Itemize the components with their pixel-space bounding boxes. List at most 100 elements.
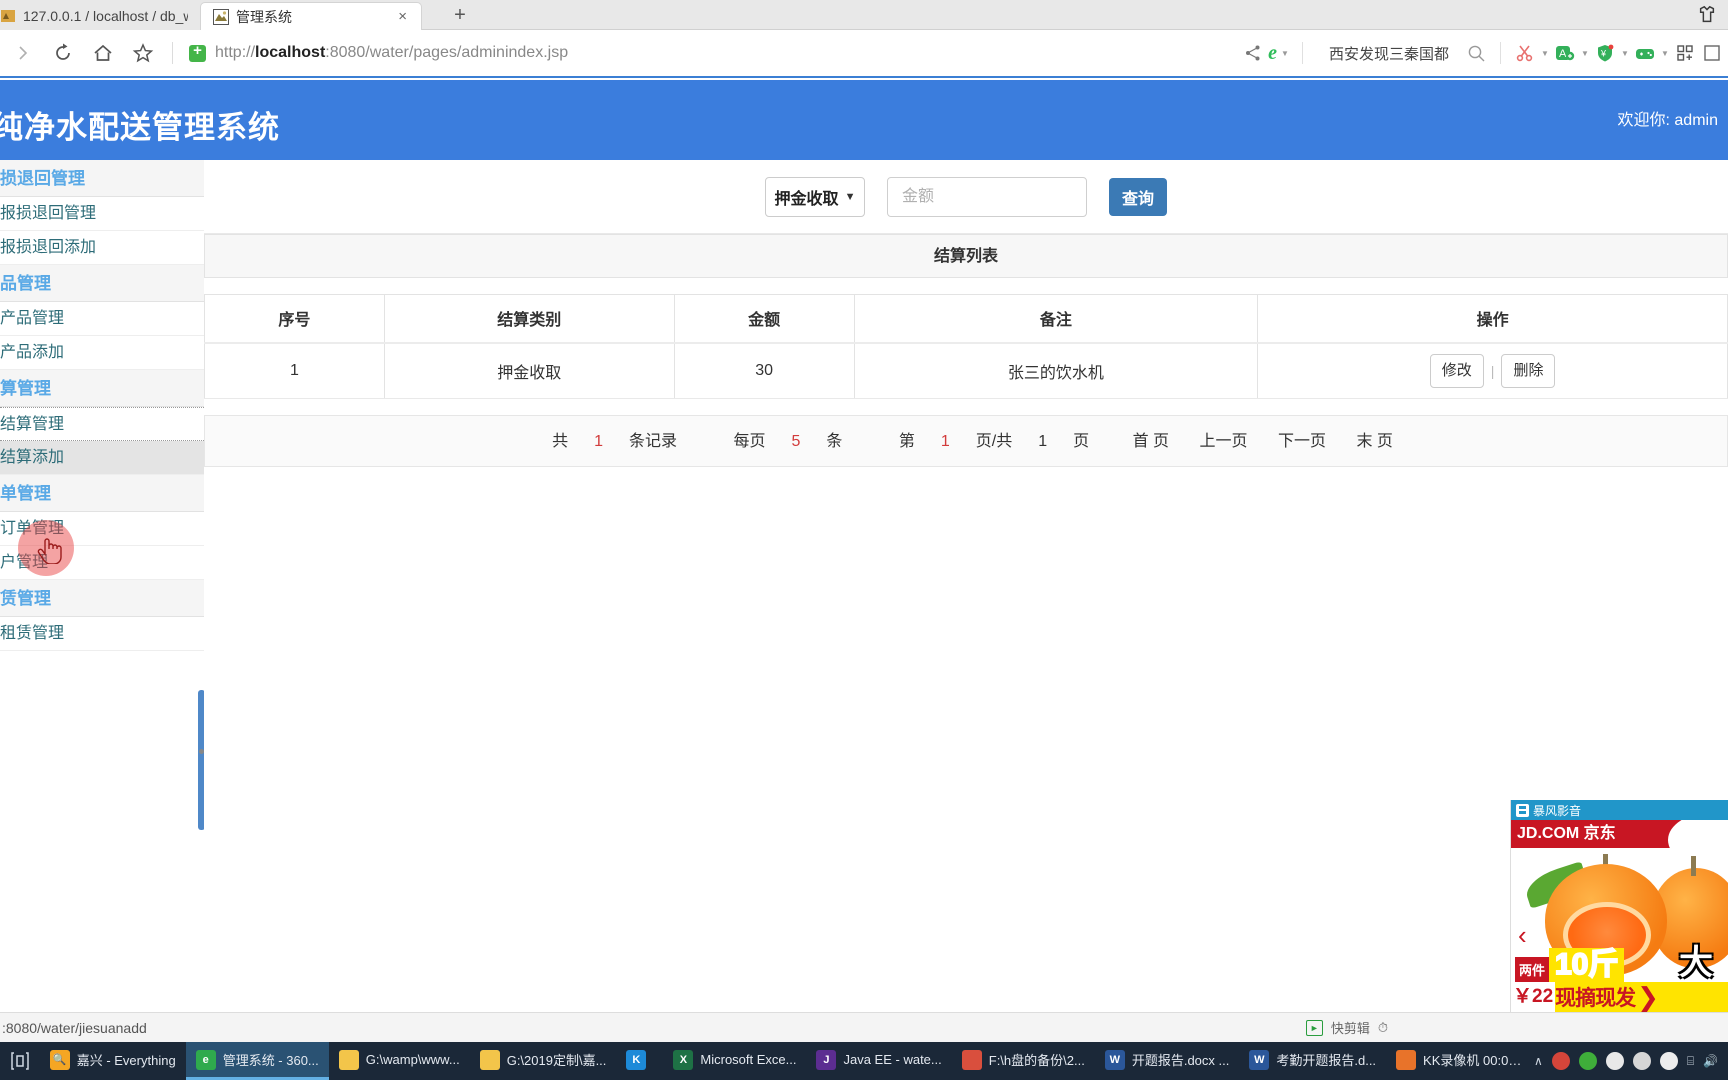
kugou-icon: K [626, 1049, 647, 1070]
money-shield-icon[interactable]: ¥ [1593, 38, 1617, 68]
sidebar-group-12[interactable]: 赁管理 [0, 580, 204, 617]
tray-network-icon[interactable]: ⌸ [1687, 1054, 1694, 1069]
ad-prev-arrow[interactable]: ‹ [1518, 920, 1527, 951]
clip-tool-icon[interactable]: ► [1305, 1019, 1323, 1036]
home-icon[interactable] [84, 34, 122, 72]
tray-caret-icon[interactable]: ∧ [1534, 1054, 1543, 1068]
chevron-down-icon[interactable]: ▼ [1540, 49, 1550, 58]
table-row: 1 押金收取 30 张三的饮水机 修改 | 删除 [204, 342, 1728, 399]
star-icon[interactable] [124, 34, 162, 72]
browser-tab-active[interactable]: 管理系统 × [200, 2, 422, 30]
category-select[interactable]: 押金收取 ▼ [765, 176, 865, 217]
first-page-link[interactable]: 首 页 [1133, 433, 1169, 450]
e-browser-icon[interactable]: e [1268, 42, 1277, 65]
column-header-2: 金额 [674, 294, 855, 344]
web-page: 纯净水配送管理系统 欢迎你: admin 损退回管理 报损退回管理 报损退回添加 品管… [0, 80, 1728, 1012]
browser-toolbar: http://localhost:8080/water/pages/admini… [0, 30, 1728, 78]
baofeng-logo-icon [1516, 803, 1529, 817]
share-icon[interactable] [1241, 38, 1265, 68]
tray-app-red-icon[interactable] [1551, 1052, 1570, 1070]
tray-qq3-icon[interactable] [1659, 1052, 1678, 1070]
pagination-bar: 共 1 条记录 每页 5 条 第 1 页/共 1 页 首 页 上一页 下一页 末 页 [204, 415, 1728, 467]
search-toolbar: 押金收取 ▼ 查询 [204, 160, 1728, 234]
ad-image: ‹ 两件 10斤 大 ￥22 现摘现发 ❯ [1511, 848, 1728, 1012]
amount-input[interactable] [887, 176, 1087, 217]
browser-tab-inactive[interactable]: 127.0.0.1 / localhost / db_wate [0, 2, 200, 30]
translate-icon[interactable]: A [1553, 38, 1577, 68]
url-bar[interactable]: http://localhost:8080/water/pages/admini… [181, 36, 1241, 70]
delete-button[interactable]: 删除 [1501, 353, 1556, 388]
ad-popup[interactable]: 暴风影音 JD.COM 京东 ‹ 两件 10斤 大 ￥22 现摘现发 ❯ [1510, 800, 1728, 1012]
forward-arrow-icon[interactable] [4, 34, 42, 72]
sidebar-group-9[interactable]: 单管理 [0, 475, 204, 512]
query-button[interactable]: 查询 [1109, 177, 1167, 216]
url-text: http://localhost:8080/water/pages/admini… [215, 44, 569, 61]
skin-shirt-icon[interactable] [1696, 5, 1718, 25]
chevron-down-icon[interactable]: ▼ [1580, 49, 1590, 58]
chevron-down-icon[interactable]: ▼ [1280, 49, 1290, 58]
last-page-link[interactable]: 末 页 [1356, 433, 1392, 450]
taskbar-tasks: 🔍 嘉兴 - Everything e 管理系统 - 360... G:\wamp\ww… [40, 1042, 1534, 1080]
tray-qq-icon[interactable] [1605, 1052, 1624, 1070]
edit-button[interactable]: 修改 [1429, 353, 1484, 388]
chevron-down-icon[interactable]: ▼ [1660, 49, 1670, 58]
ad-weight-label: 10斤 [1549, 947, 1625, 982]
clip-tool-label[interactable]: 快剪辑 [1331, 1018, 1370, 1037]
speed-meter-icon[interactable]: ⏱ [1378, 1020, 1388, 1036]
taskbar-item-0[interactable]: 🔍 嘉兴 - Everything [40, 1042, 186, 1080]
sidebar-item-1[interactable]: 报损退回管理 [0, 197, 204, 231]
kk-recorder-icon [1396, 1049, 1417, 1070]
reload-icon[interactable] [44, 34, 82, 72]
taskbar-item-5[interactable]: X Microsoft Exce... [663, 1042, 806, 1080]
menu-icon[interactable] [1700, 38, 1724, 68]
tray-app-green-icon[interactable] [1578, 1052, 1597, 1070]
sidebar-group-6[interactable]: 算管理 [0, 370, 204, 407]
sidebar-group-0[interactable]: 损退回管理 [0, 160, 204, 197]
site-header: 纯净水配送管理系统 欢迎你: admin [0, 80, 1728, 160]
taskbar-item-4[interactable]: K [616, 1042, 663, 1080]
sidebar-item-8[interactable]: 结算添加 [0, 441, 204, 475]
chevron-down-icon: ▼ [844, 190, 856, 203]
scissors-icon[interactable] [1513, 38, 1537, 68]
ad-banner: 两件 10斤 大 ￥22 现摘现发 ❯ [1511, 944, 1728, 1012]
apps-grid-icon[interactable] [1673, 38, 1697, 68]
game-controller-icon[interactable] [1633, 38, 1657, 68]
next-page-link[interactable]: 下一页 [1278, 433, 1326, 450]
ad-price-strip: ￥22 现摘现发 ❯ [1511, 982, 1728, 1012]
prev-page-link[interactable]: 上一页 [1200, 433, 1248, 450]
search-icon[interactable] [1464, 38, 1488, 68]
sidebar-item-4[interactable]: 产品管理 [0, 302, 204, 336]
new-tab-button[interactable]: + [448, 4, 472, 26]
sidebar-item-5[interactable]: 产品添加 [0, 336, 204, 370]
taskbar-item-3[interactable]: G:\2019定制\嘉... [470, 1042, 617, 1080]
taskbar-item-label: G:\2019定制\嘉... [506, 1053, 607, 1068]
panel-title: 结算列表 [204, 234, 1728, 278]
column-header-0: 序号 [204, 294, 385, 344]
hot-search-text[interactable]: 西安发现三秦国都 [1315, 43, 1461, 64]
taskbar-item-10[interactable]: KK录像机 00:00... [1386, 1042, 1534, 1080]
sidebar-item-13[interactable]: 租赁管理 [0, 617, 204, 651]
taskbar-item-2[interactable]: G:\wamp\www... [329, 1042, 470, 1080]
sidebar-group-3[interactable]: 品管理 [0, 265, 204, 302]
browser-tab-strip: 127.0.0.1 / localhost / db_wate 管理系统 × + [0, 0, 1728, 30]
status-right-tools: ► 快剪辑 ⏱ [1305, 1018, 1728, 1037]
column-header-1: 结算类别 [384, 294, 675, 344]
taskbar-item-7[interactable]: F:\h盘的备份\2... [952, 1042, 1095, 1080]
windows-taskbar: 🔍 嘉兴 - Everything e 管理系统 - 360... G:\wamp\ww… [0, 1042, 1728, 1080]
settlement-table-wrap: 序号 结算类别 金额 备注 操作 1 押金收取 30 张三的饮水机 修改 | 删除 [204, 294, 1728, 399]
folder-icon [338, 1049, 359, 1070]
start-menu-icon[interactable] [0, 1042, 40, 1080]
taskbar-item-6[interactable]: J Java EE - wate... [806, 1042, 951, 1080]
taskbar-item-1[interactable]: e 管理系统 - 360... [185, 1042, 329, 1080]
sidebar-item-2[interactable]: 报损退回添加 [0, 231, 204, 265]
chevron-down-icon[interactable]: ▼ [1620, 49, 1630, 58]
taskbar-item-9[interactable]: W 考勤开题报告.d... [1239, 1042, 1386, 1080]
eclipse-icon: J [816, 1049, 837, 1070]
tray-qq2-icon[interactable] [1632, 1052, 1651, 1070]
tray-volume-icon[interactable]: 🔊 [1703, 1054, 1718, 1068]
sidebar-item-7[interactable]: 结算管理 [0, 407, 204, 441]
close-icon[interactable]: × [396, 9, 409, 24]
taskbar-item-8[interactable]: W 开题报告.docx ... [1095, 1042, 1240, 1080]
sidebar-nav: 损退回管理 报损退回管理 报损退回添加 品管理 产品管理 产品添加 算管理 结算管理 结算添加单… [0, 160, 204, 1012]
total-records-label: 共 1 条记录 [552, 433, 678, 450]
